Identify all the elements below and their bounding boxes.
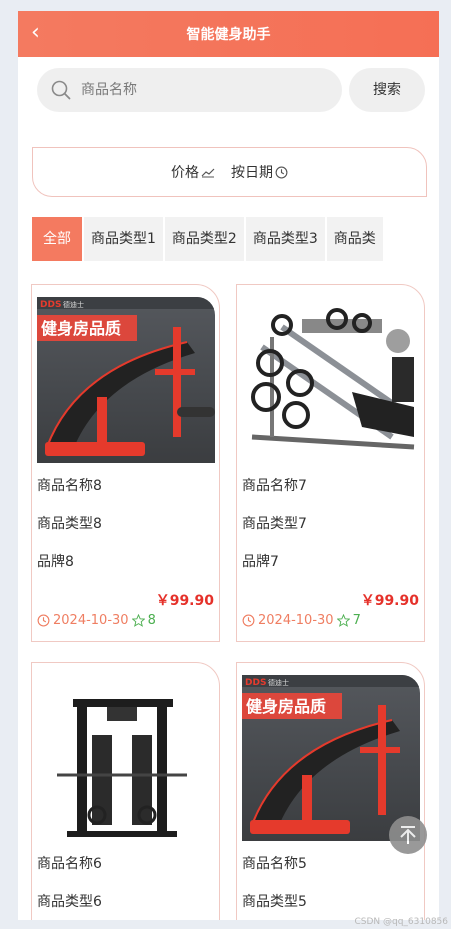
svg-text:健身房品质: 健身房品质 <box>246 697 326 716</box>
arrow-up-icon <box>400 826 416 844</box>
star-icon <box>336 614 350 627</box>
star-icon <box>131 614 145 627</box>
sort-price-label: 价格 <box>171 165 199 181</box>
sit-up-bench-image: DDS 德迪士 健身房品质 <box>37 297 215 456</box>
back-to-top-button[interactable] <box>389 816 427 854</box>
trend-up-icon <box>201 168 215 178</box>
svg-text:德迪士: 德迪士 <box>268 678 289 687</box>
search-icon <box>51 80 71 100</box>
product-meta: 2024-10-30 7 <box>242 613 361 628</box>
clock-icon <box>242 614 255 627</box>
product-image-leg-press <box>242 297 420 463</box>
sort-bar: 价格 按日期 <box>32 147 427 197</box>
product-type: 商品类型6 <box>37 894 102 910</box>
product-type: 商品类型8 <box>37 516 102 532</box>
product-stars: 8 <box>147 613 156 628</box>
product-meta: 2024-10-30 8 <box>37 613 156 628</box>
svg-text:DDS: DDS <box>245 678 266 688</box>
product-image-cable-machine <box>37 675 215 841</box>
tab-category-4[interactable]: 商品类 <box>326 217 383 261</box>
svg-text:DDS: DDS <box>40 300 61 310</box>
product-brand: 品牌8 <box>37 554 74 570</box>
clock-icon <box>275 166 288 178</box>
leg-press-machine-image <box>251 308 415 450</box>
product-type: 商品类型7 <box>242 516 307 532</box>
product-stars: 7 <box>352 613 361 628</box>
watermark: CSDN @qq_6310856 <box>354 917 448 927</box>
tab-category-1[interactable]: 商品类型1 <box>84 217 163 261</box>
product-name: 商品名称5 <box>242 856 307 872</box>
svg-text:德迪士: 德迪士 <box>63 300 84 309</box>
search-button[interactable]: 搜索 <box>349 68 425 112</box>
app-screen: ‹ 智能健身助手 搜索 价格 按日期 全部商品类型1商品类型2商品类型3商品类 <box>18 11 439 920</box>
header-bar: ‹ 智能健身助手 <box>18 11 439 57</box>
product-card[interactable]: DDS 德迪士 健身房品质 商品名称8 商品类型8 品牌8 ￥99.90 202… <box>31 284 220 642</box>
product-name: 商品名称8 <box>37 478 102 494</box>
category-tabs: 全部 商品类型1 商品类型2 商品类型3 商品类 <box>32 217 426 261</box>
page-title: 智能健身助手 <box>186 27 271 43</box>
search-box[interactable] <box>37 68 342 112</box>
product-price: ￥99.90 <box>155 593 214 609</box>
product-card[interactable]: 商品名称7 商品类型7 品牌7 ￥99.90 2024-10-30 7 <box>236 284 425 642</box>
product-date: 2024-10-30 <box>53 613 129 628</box>
cable-crossover-machine-image <box>57 699 187 837</box>
product-name: 商品名称6 <box>37 856 102 872</box>
search-input[interactable] <box>81 68 321 112</box>
tab-category-2[interactable]: 商品类型2 <box>164 217 244 261</box>
product-card[interactable]: 商品名称6 商品类型6 <box>31 662 220 920</box>
product-type: 商品类型5 <box>242 894 307 910</box>
product-name: 商品名称7 <box>242 478 307 494</box>
clock-icon <box>37 614 50 627</box>
tab-category-3[interactable]: 商品类型3 <box>245 217 325 261</box>
product-price: ￥99.90 <box>360 593 419 609</box>
sort-by-date[interactable]: 按日期 <box>231 162 288 182</box>
svg-text:健身房品质: 健身房品质 <box>41 319 121 338</box>
product-brand: 品牌7 <box>242 554 279 570</box>
product-date: 2024-10-30 <box>258 613 334 628</box>
product-card[interactable]: DDS 德迪士 健身房品质 商品名称5 商品类型5 <box>236 662 425 920</box>
tab-all[interactable]: 全部 <box>32 217 82 261</box>
product-image-sit-up-bench: DDS 德迪士 健身房品质 <box>37 297 215 463</box>
sort-by-price[interactable]: 价格 <box>171 162 215 182</box>
sort-date-label: 按日期 <box>231 165 273 181</box>
